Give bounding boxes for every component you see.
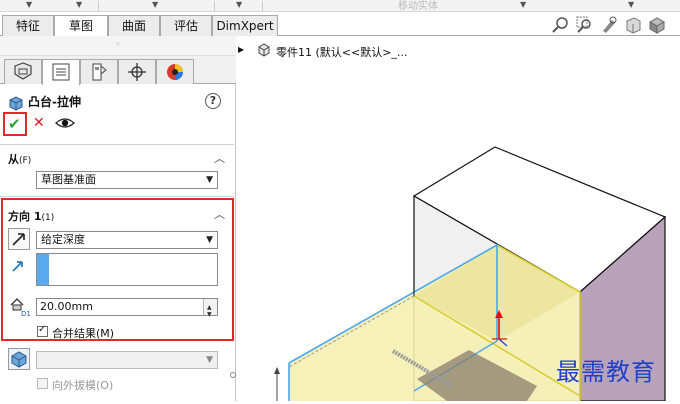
display-icon (167, 64, 183, 80)
dropdown-arrow-icon[interactable]: ▼ (236, 0, 242, 9)
feature-title-row: 凸台-拉伸 (8, 93, 81, 111)
toolbar-separator (214, 1, 215, 11)
dropdown-arrow-icon[interactable]: ▼ (628, 0, 634, 9)
tab-display-manager[interactable] (156, 59, 194, 84)
chevron-down-icon: ▼ (206, 175, 213, 185)
tab-evaluate[interactable]: 评估 (160, 15, 212, 36)
watermark: 最需教育 (556, 358, 656, 386)
tab-dimxpert-manager[interactable] (118, 59, 156, 84)
collapse-icon[interactable]: ︿ (214, 206, 225, 222)
property-icon (92, 63, 107, 81)
direction-selection-box[interactable] (36, 253, 218, 286)
tab-dimxpert[interactable]: DimXpert (212, 15, 278, 36)
svg-text:D1: D1 (21, 310, 31, 317)
divider (0, 144, 234, 145)
reverse-direction-button[interactable] (8, 228, 30, 250)
tab-configuration-manager[interactable] (80, 59, 118, 84)
from-dropdown-value: 草图基准面 (41, 173, 96, 186)
model-preview (274, 146, 667, 402)
config-icon (128, 63, 146, 81)
section-view-icon[interactable] (624, 16, 642, 34)
thin-feature-button[interactable] (8, 348, 30, 370)
draft-outward-checkbox[interactable] (37, 378, 48, 389)
move-entities-label[interactable]: 移动实体 (398, 0, 438, 12)
direction-section-title[interactable]: 方向 1(1) (8, 208, 54, 224)
depth-spinner[interactable]: ▲ ▼ (203, 299, 217, 318)
tab-features[interactable]: 特征 (2, 15, 54, 36)
toolbar-separator (262, 1, 263, 11)
chevron-down-icon: ▼ (206, 355, 213, 365)
graphics-viewport[interactable] (237, 36, 680, 402)
shield-icon (14, 62, 32, 80)
dropdown-arrow-icon[interactable]: ▼ (152, 0, 158, 9)
collapse-icon[interactable]: ︿ (214, 150, 225, 166)
spin-down-icon[interactable]: ▼ (207, 307, 212, 323)
chevron-down-icon: ▼ (206, 235, 213, 245)
top-toolbar-strip: ▼ ▼ ▼ ▼ 移动实体 ▼ ▼ (0, 0, 680, 12)
dimension-arrow (274, 367, 280, 374)
draft-outward-label: 向外拔模(O) (52, 379, 114, 392)
end-condition-dropdown[interactable]: 给定深度 ▼ (36, 231, 218, 249)
ok-button-highlight: ✔ (3, 112, 27, 136)
eye-icon[interactable] (55, 116, 75, 130)
toolbar-separator (98, 1, 99, 11)
direction-section-shortcut: (1) (41, 213, 55, 223)
extrude-icon (9, 95, 23, 111)
tab-sketch[interactable]: 草图 (54, 15, 108, 37)
check-icon[interactable]: ✔ (8, 115, 21, 133)
feature-tree-icon (52, 63, 70, 81)
help-icon[interactable]: ? (205, 93, 221, 109)
selection-indicator (37, 254, 49, 285)
merge-result-checkbox[interactable] (37, 324, 48, 337)
from-section-shortcut: (F) (19, 156, 32, 166)
direction-section-label: 方向 1 (8, 210, 42, 223)
thin-feature-dropdown[interactable]: ▼ (36, 351, 218, 369)
dropdown-arrow-icon[interactable]: ▼ (76, 0, 82, 9)
tab-property-manager[interactable] (42, 59, 80, 85)
property-manager-panel: ◦ 凸台-拉伸 ? ✔ ✕ 从(F) ︿ 草图基准面 ▼ 方向 1(1) ︿ 给… (0, 36, 236, 401)
dropdown-arrow-icon[interactable]: ▼ (26, 0, 32, 9)
merge-result-label: 合并结果(M) (52, 327, 115, 340)
panel-scroll-handle[interactable] (230, 372, 236, 378)
from-section-label: 从 (8, 153, 19, 166)
divider (0, 196, 234, 197)
dropdown-arrow-icon[interactable]: ▼ (520, 0, 526, 9)
depth-input[interactable]: 20.00mm ▲ ▼ (36, 298, 218, 318)
depth-icon: D1 (10, 298, 31, 317)
zoom-area-icon[interactable] (576, 16, 594, 34)
previous-view-icon[interactable] (600, 16, 618, 34)
view-orientation-icon[interactable] (648, 16, 666, 34)
from-section-title[interactable]: 从(F) (8, 151, 31, 167)
zoom-fit-icon[interactable] (552, 16, 570, 34)
manager-tabs (0, 56, 236, 85)
reverse-direction-icon (12, 233, 25, 246)
end-condition-value: 给定深度 (41, 233, 85, 246)
depth-value: 20.00mm (40, 300, 93, 313)
close-icon[interactable]: ✕ (33, 115, 45, 131)
tab-surfaces[interactable]: 曲面 (108, 15, 160, 36)
thin-feature-icon (11, 351, 27, 368)
from-dropdown[interactable]: 草图基准面 ▼ (36, 171, 218, 189)
panel-grip[interactable]: ◦ (0, 36, 236, 56)
tab-feature-manager[interactable] (4, 59, 42, 84)
direction-arrow-icon (12, 261, 23, 272)
feature-title: 凸台-拉伸 (28, 95, 81, 109)
